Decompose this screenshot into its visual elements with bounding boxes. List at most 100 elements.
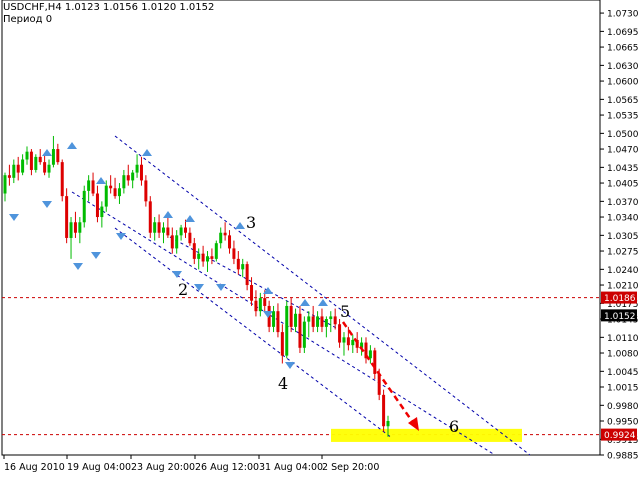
candle-bear: [276, 311, 280, 333]
price-label: 0.9924: [604, 431, 636, 441]
wave-label: 5: [340, 302, 350, 321]
y-tick-label: 0.9980: [607, 402, 638, 412]
y-tick-label: 1.0665: [607, 44, 638, 54]
candle-bull: [197, 253, 201, 259]
candle-bear: [210, 256, 214, 259]
candle-bull: [161, 227, 165, 233]
candle-bear: [201, 253, 205, 262]
candle-bull: [131, 172, 135, 181]
candle-bull: [104, 185, 108, 207]
candle-bull: [219, 232, 223, 244]
candle-bull: [241, 264, 245, 270]
candle-bull: [351, 339, 355, 346]
x-tick-label: 31 Aug 04:00: [259, 462, 323, 473]
candle-bear: [166, 227, 170, 236]
candle-bull: [324, 319, 328, 327]
plot-frame: [1, 0, 601, 456]
candle-bear: [38, 156, 42, 163]
candle-bear: [95, 193, 99, 218]
candle-bear: [16, 164, 20, 173]
candle-bear: [263, 298, 267, 306]
y-tick-label: 1.0500: [607, 130, 638, 140]
candle-bear: [73, 222, 77, 233]
candle-bull: [272, 311, 276, 327]
candle-bull: [47, 164, 51, 173]
candle-bull: [179, 227, 183, 236]
candle-bull: [316, 316, 320, 327]
candle-bull: [342, 337, 346, 343]
y-tick-label: 1.0730: [607, 10, 638, 20]
candle-bull: [25, 151, 29, 160]
candle-bear: [113, 188, 117, 197]
candle-bear: [382, 394, 386, 427]
candle-bull: [368, 350, 372, 359]
candle-bear: [170, 235, 174, 249]
candle-bear: [29, 151, 33, 170]
x-tick-label: 16 Aug 2010: [4, 462, 65, 473]
wave-label: 4: [278, 374, 288, 393]
candle-bear: [183, 227, 187, 233]
y-tick-label: 1.0405: [607, 180, 638, 190]
candle-bull: [100, 206, 104, 218]
wave-label: 3: [246, 213, 256, 232]
candle-bear: [377, 373, 381, 395]
candle-bull: [153, 222, 157, 233]
price-label: 1.0152: [604, 312, 636, 322]
price-chart[interactable]: 1.0730 1.0695 1.0665 1.0630 1.0600 1.0565 1.05…: [0, 0, 638, 474]
candle-bull: [34, 156, 38, 170]
candle-bear: [228, 235, 232, 249]
candle-bull: [21, 159, 25, 173]
candle-bull: [87, 180, 91, 191]
candle-bull: [135, 164, 139, 173]
y-tick-label: 1.0015: [607, 384, 638, 394]
x-tick-label: 23 Aug 20:00: [131, 462, 195, 473]
candle-bull: [206, 256, 210, 262]
candle-bear: [346, 337, 350, 346]
candle-bear: [373, 350, 377, 374]
candle-bear: [338, 324, 342, 343]
candle-bear: [236, 258, 240, 270]
y-tick-label: 1.0695: [607, 28, 638, 38]
price-label: 1.0186: [604, 294, 636, 304]
candle-bear: [289, 305, 293, 327]
y-tick-label: 1.0600: [607, 78, 638, 88]
candle-bull: [214, 243, 218, 259]
chart-canvas[interactable]: 1.0730 1.0695 1.0665 1.0630 1.0600 1.0565 1.05…: [0, 0, 638, 474]
y-tick-label: 0.9950: [607, 418, 638, 428]
x-tick-label: 2 Sep 20:00: [322, 462, 379, 473]
y-tick-label: 1.0630: [607, 62, 638, 72]
indicator-period-line: Период 0: [3, 14, 53, 25]
candle-bull: [122, 175, 126, 189]
candle-bear: [245, 264, 249, 286]
candle-bear: [109, 185, 113, 189]
candle-bull: [69, 222, 73, 238]
candle-bull: [285, 305, 289, 356]
candle-bear: [7, 175, 11, 178]
candle-bull: [329, 316, 333, 320]
candle-bear: [320, 316, 324, 327]
candle-bear: [188, 232, 192, 244]
candle-bull: [175, 235, 179, 249]
y-tick-label: 1.0210: [607, 282, 638, 292]
y-tick-label: 1.0535: [607, 112, 638, 122]
candle-bear: [60, 162, 64, 197]
candle-bear: [144, 180, 148, 202]
y-tick-label: 1.0370: [607, 198, 638, 208]
y-tick-label: 1.0470: [607, 146, 638, 156]
candle-bull: [386, 421, 390, 427]
y-tick-label: 1.0275: [607, 248, 638, 258]
candle-bull: [12, 164, 16, 178]
wave-label: 2: [178, 280, 188, 299]
candle-bear: [280, 332, 284, 356]
x-tick-label: 26 Aug 12:00: [195, 462, 259, 473]
candle-bear: [43, 162, 47, 173]
candle-bull: [78, 222, 82, 233]
x-tick-label: 19 Aug 04:00: [67, 462, 131, 473]
candle-bear: [139, 164, 143, 181]
candle-bear: [157, 222, 161, 233]
candle-bear: [250, 285, 254, 301]
candle-bear: [148, 201, 152, 233]
candle-bull: [302, 321, 306, 348]
y-tick-label: 1.0080: [607, 350, 638, 360]
y-tick-label: 1.0435: [607, 164, 638, 174]
